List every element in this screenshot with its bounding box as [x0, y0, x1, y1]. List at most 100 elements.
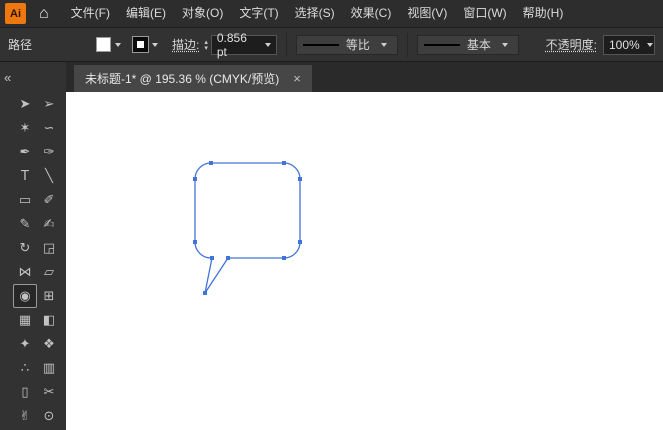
artwork-layer [193, 161, 302, 295]
stroke-color-swatch[interactable] [132, 36, 150, 53]
width-tool[interactable]: ⋈ [13, 260, 37, 284]
menu-type[interactable]: 文字(T) [231, 0, 286, 27]
lasso-tool[interactable]: ∽ [37, 116, 61, 140]
menu-object[interactable]: 对象(O) [174, 0, 231, 27]
anchor-point[interactable] [210, 256, 214, 260]
menu-window[interactable]: 窗口(W) [455, 0, 514, 27]
tools-panel: « ➤ ➢ ✶ ∽ ✒ ✑ T ╲ ▭ ✐ ✎ ✍ ↻ ◲ ⋈ ▱ ◉ ⊞ ▦ … [0, 62, 66, 430]
artboard-tool[interactable]: ▯ [13, 380, 37, 404]
rectangle-tool-icon: ▭ [18, 192, 32, 208]
width-profile-preview-icon [302, 43, 339, 46]
selection-tool[interactable]: ➤ [13, 92, 37, 116]
canvas[interactable] [66, 92, 663, 430]
anchor-point[interactable] [193, 177, 197, 181]
mesh-tool[interactable]: ▦ [13, 308, 37, 332]
rotate-tool[interactable]: ↻ [13, 236, 37, 260]
control-bar: 路径 描边: ▴ ▾ 0.856 pt 等比 基本 不透明度: 100% [0, 28, 663, 62]
mesh-tool-icon: ▦ [18, 312, 32, 328]
blend-tool-icon: ❖ [43, 336, 55, 352]
anchor-point[interactable] [193, 240, 197, 244]
perspective-grid-tool[interactable]: ⊞ [37, 284, 61, 308]
menu-edit[interactable]: 编辑(E) [118, 0, 174, 27]
document-tab-title: 未标题-1* @ 195.36 % (CMYK/预览) [85, 72, 280, 86]
collapse-panel-button[interactable]: « [0, 70, 11, 85]
zoom-tool[interactable]: ⊙ [37, 404, 61, 428]
opacity-group: 不透明度: 100% [546, 34, 655, 55]
shaper-tool[interactable]: ✍ [37, 212, 61, 236]
free-transform-tool[interactable]: ▱ [37, 260, 61, 284]
pencil-tool-icon: ✎ [19, 216, 31, 232]
scale-tool-icon: ◲ [42, 240, 56, 256]
anchor-point[interactable] [282, 256, 286, 260]
pencil-tool[interactable]: ✎ [13, 212, 37, 236]
chevron-down-icon [501, 42, 508, 47]
artboard-tool-icon: ▯ [21, 384, 29, 400]
stroke-weight-label[interactable]: 描边: [172, 36, 199, 53]
anchor-point[interactable] [298, 177, 302, 181]
lasso-tool-icon: ∽ [43, 120, 55, 136]
anchor-point[interactable] [226, 256, 230, 260]
width-profile-dropdown[interactable]: 等比 [295, 34, 398, 55]
menu-help[interactable]: 帮助(H) [515, 0, 572, 27]
type-tool[interactable]: T [13, 164, 37, 188]
chevron-down-icon [380, 42, 387, 47]
menu-list: 文件(F) 编辑(E) 对象(O) 文字(T) 选择(S) 效果(C) 视图(V… [63, 0, 572, 27]
workspace: « ➤ ➢ ✶ ∽ ✒ ✑ T ╲ ▭ ✐ ✎ ✍ ↻ ◲ ⋈ ▱ ◉ ⊞ ▦ … [0, 62, 663, 430]
document-tabbar: 未标题-1* @ 195.36 % (CMYK/预览) × [66, 62, 663, 92]
document-tab[interactable]: 未标题-1* @ 195.36 % (CMYK/预览) × [74, 65, 312, 92]
opacity-label[interactable]: 不透明度: [546, 36, 597, 53]
divider [406, 32, 408, 57]
home-icon[interactable]: ⌂ [39, 0, 49, 28]
fill-color-swatch[interactable] [96, 37, 112, 52]
shape-builder-tool-icon: ◉ [19, 288, 31, 304]
eyedropper-tool-icon: ✦ [19, 336, 31, 352]
tools-panel-header: « [0, 62, 66, 92]
menu-select[interactable]: 选择(S) [287, 0, 343, 27]
opacity-field[interactable]: 100% [603, 34, 655, 55]
slice-tool[interactable]: ✂ [37, 380, 61, 404]
column-graph-tool[interactable]: ▥ [37, 356, 61, 380]
stroke-weight-field[interactable]: 0.856 pt [210, 31, 277, 59]
width-profile-value: 等比 [345, 38, 370, 52]
chevron-down-icon[interactable] [152, 42, 159, 47]
magic-wand-tool[interactable]: ✶ [13, 116, 37, 140]
menubar: Ai ⌂ 文件(F) 编辑(E) 对象(O) 文字(T) 选择(S) 效果(C)… [0, 0, 663, 28]
hand-tool[interactable]: ✌ [13, 404, 37, 428]
direct-selection-tool[interactable]: ➢ [37, 92, 61, 116]
divider [285, 32, 287, 57]
paintbrush-tool[interactable]: ✐ [37, 188, 61, 212]
close-tab-icon[interactable]: × [293, 72, 301, 85]
shape-builder-tool[interactable]: ◉ [13, 284, 37, 308]
chevron-down-icon[interactable] [115, 42, 122, 47]
anchor-point[interactable] [298, 240, 302, 244]
stroke-weight-value: 0.856 pt [216, 30, 247, 59]
chevron-down-icon [646, 42, 653, 47]
curvature-tool[interactable]: ✑ [37, 140, 61, 164]
free-transform-tool-icon: ▱ [44, 264, 54, 280]
eyedropper-tool[interactable]: ✦ [13, 332, 37, 356]
line-segment-tool-icon: ╲ [45, 168, 53, 184]
line-segment-tool[interactable]: ╲ [37, 164, 61, 188]
brush-definition-dropdown[interactable]: 基本 [416, 34, 519, 55]
brush-definition-value: 基本 [466, 38, 491, 52]
selection-type-label: 路径 [8, 38, 33, 52]
menu-file[interactable]: 文件(F) [63, 0, 118, 27]
rectangle-tool[interactable]: ▭ [13, 188, 37, 212]
type-tool-icon: T [21, 168, 29, 184]
selection-tool-icon: ➤ [19, 96, 31, 112]
stroke-weight-stepper[interactable]: ▴ ▾ [204, 38, 208, 51]
menu-effect[interactable]: 效果(C) [343, 0, 400, 27]
width-tool-icon: ⋈ [18, 264, 32, 280]
speech-bubble-path[interactable] [194, 162, 301, 294]
rotate-tool-icon: ↻ [19, 240, 31, 256]
anchor-point[interactable] [282, 161, 286, 165]
anchor-point[interactable] [203, 291, 207, 295]
anchor-point[interactable] [209, 161, 213, 165]
pen-tool[interactable]: ✒ [13, 140, 37, 164]
symbol-sprayer-tool[interactable]: ∴ [13, 356, 37, 380]
magic-wand-tool-icon: ✶ [19, 120, 31, 136]
blend-tool[interactable]: ❖ [37, 332, 61, 356]
menu-view[interactable]: 视图(V) [399, 0, 455, 27]
scale-tool[interactable]: ◲ [37, 236, 61, 260]
gradient-tool[interactable]: ◧ [37, 308, 61, 332]
